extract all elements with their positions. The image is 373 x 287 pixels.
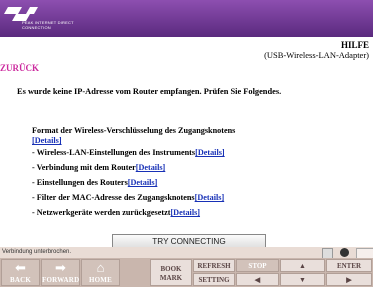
details-link[interactable]: [Details] (136, 163, 166, 172)
details-link[interactable]: [Details] (195, 148, 225, 157)
right-button[interactable]: ▶ (326, 273, 372, 286)
list-item-text: Format der Wireless-Verschlüsselung des … (32, 126, 236, 135)
forward-label: FORWARD (42, 276, 80, 284)
arrow-left-icon: ◀ (254, 276, 261, 284)
help-subtitle: (USB-Wireless-LAN-Adapter) (264, 50, 369, 60)
bookmark-button[interactable]: BOOK MARK (150, 259, 192, 286)
down-button[interactable]: ▼ (280, 273, 325, 286)
setting-button[interactable]: SETTING (193, 273, 235, 286)
details-link[interactable]: [Details] (195, 193, 225, 202)
list-item-text: - Filter der MAC-Adresse des Zugangsknot… (32, 193, 195, 202)
arrow-up-icon: ▲ (299, 262, 306, 270)
arrow-down-icon: ▼ (299, 276, 306, 284)
error-message: Es wurde keine IP-Adresse vom Router emp… (17, 87, 282, 96)
arrow-right-icon: ▶ (346, 276, 352, 284)
enter-button[interactable]: ENTER (326, 259, 372, 272)
status-bar: Verbindung unterbrochen. (0, 247, 373, 259)
home-button[interactable]: ⌂ HOME (81, 259, 120, 286)
list-item-text: - Verbindung mit dem Router (32, 163, 136, 172)
left-button[interactable]: ◀ (236, 273, 279, 286)
refresh-button[interactable]: REFRESH (193, 259, 235, 272)
list-item: - Einstellungen des Routers[Details] (32, 178, 157, 188)
list-item-text: - Netzwerkgeräte werden zurückgesetzt (32, 208, 171, 217)
home-icon: ⌂ (96, 260, 105, 275)
back-button[interactable]: ⬅ BACK (1, 259, 40, 286)
details-link[interactable]: [Details] (170, 208, 200, 217)
details-link[interactable]: [Details] (128, 178, 158, 187)
back-label: BACK (9, 276, 32, 284)
help-title: HILFE (340, 40, 369, 50)
forward-button[interactable]: ➡ FORWARD (41, 259, 80, 286)
details-link[interactable]: [Details] (32, 136, 62, 145)
up-button[interactable]: ▲ (280, 259, 325, 272)
list-item-text: - Einstellungen des Routers (32, 178, 128, 187)
arrow-right-icon: ➡ (55, 260, 66, 275)
toolbar: ⬅ BACK ➡ FORWARD ⌂ HOME BOOK MARK REFRES… (0, 258, 373, 287)
header-bar: PEAK INTERNET DIRECT CONNECTION (0, 0, 373, 37)
arrow-left-icon: ⬅ (15, 260, 26, 275)
bookmark-label-bottom: MARK (159, 274, 183, 282)
connection-dot-icon (340, 248, 349, 257)
stop-button[interactable]: STOP (236, 259, 279, 272)
list-item: Format der Wireless-Verschlüsselung des … (32, 126, 235, 146)
status-text: Verbindung unterbrochen. (2, 249, 72, 255)
list-item: - Verbindung mit dem Router[Details] (32, 163, 165, 173)
list-item: - Wireless-LAN-Einstellungen des Instrum… (32, 148, 225, 158)
logo-text: PEAK INTERNET DIRECT CONNECTION (22, 20, 74, 30)
bookmark-label-top: BOOK (160, 265, 182, 273)
list-item: - Filter der MAC-Adresse des Zugangsknot… (32, 193, 224, 203)
list-item-text: - Wireless-LAN-Einstellungen des Instrum… (32, 148, 196, 157)
list-item: - Netzwerkgeräte werden zurückgesetzt[De… (32, 208, 200, 218)
home-label: HOME (89, 276, 112, 284)
back-link[interactable]: ZURÜCK (0, 63, 39, 73)
